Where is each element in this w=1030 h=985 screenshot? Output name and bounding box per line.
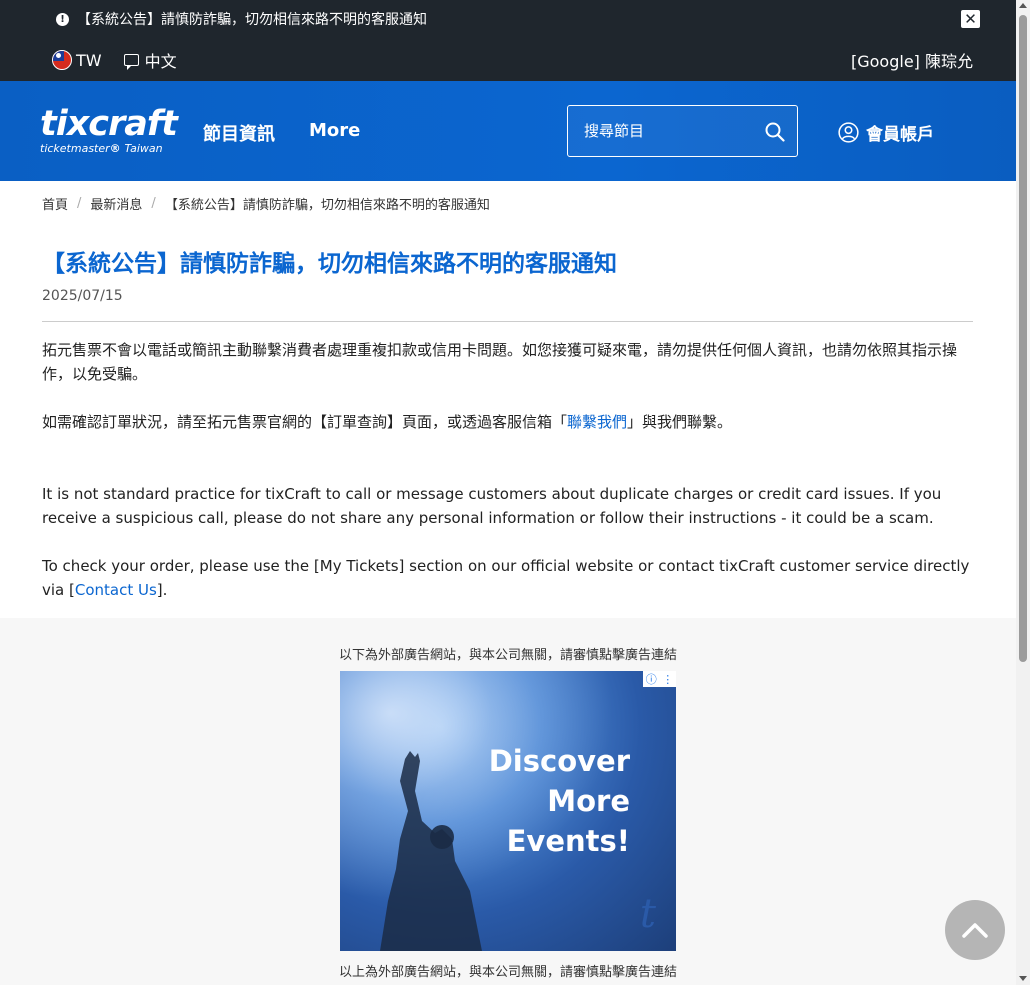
logo-sub-text: ticketmaster® Taiwan — [40, 142, 163, 155]
nav-more[interactable]: More — [309, 120, 360, 141]
logo-main-text: tixcraft — [40, 104, 178, 144]
ad-line-3: Events! — [506, 824, 630, 858]
ad-more-icon[interactable]: ⋮ — [662, 673, 673, 686]
ad-banner[interactable]: Discover More Events! t ⓘ ⋮ — [340, 671, 676, 951]
scroll-to-top-button[interactable] — [945, 900, 1005, 960]
en-p2-text-after: ]. — [156, 581, 168, 599]
tixcraft-logo[interactable]: tixcraft ticketmaster® Taiwan — [40, 104, 178, 156]
page-title: 【系統公告】請慎防詐騙，切勿相信來路不明的客服通知 — [42, 251, 617, 277]
user-name[interactable]: [Google] 陳琮允 — [851, 48, 973, 72]
ad-line-2: More — [547, 784, 630, 818]
scroll-down-arrow-icon[interactable] — [1019, 976, 1027, 981]
contact-us-link-zh[interactable]: 聯繫我們 — [567, 413, 627, 431]
locale-switcher: TW 中文 — [52, 48, 177, 72]
ad-caption-bottom: 以上為外部廣告網站，與本公司無關，請審慎點擊廣告連結 — [338, 965, 677, 980]
scroll-up-arrow-icon[interactable] — [1019, 3, 1027, 8]
top-bar: ! 【系統公告】請慎防詐騙，切勿相信來路不明的客服通知 ✕ TW 中文 [Goo… — [0, 0, 1016, 81]
language-label[interactable]: 中文 — [145, 48, 177, 72]
language-selector[interactable]: 中文 — [123, 48, 177, 72]
logo-sub-brand: ticketmaster — [40, 142, 110, 155]
ad-line-1: Discover — [488, 744, 630, 778]
taiwan-flag-icon — [52, 50, 72, 70]
breadcrumb-current: 【系統公告】請慎防詐騙，切勿相信來路不明的客服通知 — [164, 198, 490, 213]
ad-headline: Discover More Events! — [489, 741, 630, 861]
scrollbar-thumb[interactable] — [1019, 15, 1027, 662]
chat-bubble-icon — [123, 54, 139, 70]
announcement[interactable]: ! 【系統公告】請慎防詐騙，切勿相信來路不明的客服通知 — [56, 9, 427, 29]
user-circle-icon — [838, 122, 859, 143]
ad-caption-top: 以下為外部廣告網站，與本公司無關，請審慎點擊廣告連結 — [338, 648, 677, 663]
zh-p2-text-before: 如需確認訂單狀況，請至拓元售票官網的【訂單查詢】頁面，或透過客服信箱「 — [42, 413, 568, 431]
exclamation-circle-icon: ! — [56, 12, 69, 26]
breadcrumb-news[interactable]: 最新消息 — [90, 194, 142, 213]
region-label[interactable]: TW — [76, 51, 102, 70]
breadcrumb-home[interactable]: 首頁 — [42, 194, 68, 213]
site-header: tixcraft ticketmaster® Taiwan 節目資訊 More … — [0, 81, 1016, 181]
article-zh-paragraph-2: 如需確認訂單狀況，請至拓元售票官網的【訂單查詢】頁面，或透過客服信箱「聯繫我們」… — [42, 410, 977, 434]
performer-silhouette — [380, 751, 482, 951]
chevron-up-icon — [962, 923, 988, 938]
account-label[interactable]: 會員帳戶 — [866, 120, 934, 145]
zh-p2-text-after: 」與我們聯繫。 — [627, 413, 733, 431]
account-menu[interactable]: 會員帳戶 — [838, 120, 934, 145]
en-p2-text-before: To check your order, please use the [My … — [42, 557, 970, 599]
publish-date: 2025/07/15 — [42, 288, 123, 304]
ad-section: 以下為外部廣告網站，與本公司無關，請審慎點擊廣告連結 Discover More… — [0, 618, 1016, 985]
divider — [42, 321, 973, 322]
logo-sub-region: Taiwan — [124, 142, 163, 155]
breadcrumb-separator: / — [151, 196, 156, 211]
contact-us-link-en[interactable]: Contact Us — [75, 581, 157, 599]
announcement-text[interactable]: 【系統公告】請慎防詐騙，切勿相信來路不明的客服通知 — [77, 9, 427, 29]
ticketmaster-t-icon: t — [639, 891, 656, 937]
breadcrumb: 首頁 / 最新消息 / 【系統公告】請慎防詐騙，切勿相信來路不明的客服通知 — [42, 194, 490, 213]
search-box[interactable] — [567, 105, 798, 157]
ad-info-icon[interactable]: ⓘ — [646, 671, 657, 687]
breadcrumb-separator: / — [77, 196, 82, 211]
close-icon[interactable]: ✕ — [961, 10, 980, 28]
search-input[interactable] — [584, 120, 754, 142]
article-zh-paragraph-1: 拓元售票不會以電話或簡訊主動聯繫消費者處理重複扣款或信用卡問題。如您接獲可疑來電… — [42, 341, 958, 383]
article-en-paragraph-2: To check your order, please use the [My … — [42, 554, 977, 602]
search-icon[interactable] — [765, 122, 785, 142]
vertical-scrollbar[interactable] — [1016, 0, 1030, 985]
article-en-paragraph-1: It is not standard practice for tixCraft… — [42, 485, 942, 527]
ad-choices-badge[interactable]: ⓘ ⋮ — [643, 671, 676, 687]
nav-programs[interactable]: 節目資訊 — [203, 120, 275, 146]
